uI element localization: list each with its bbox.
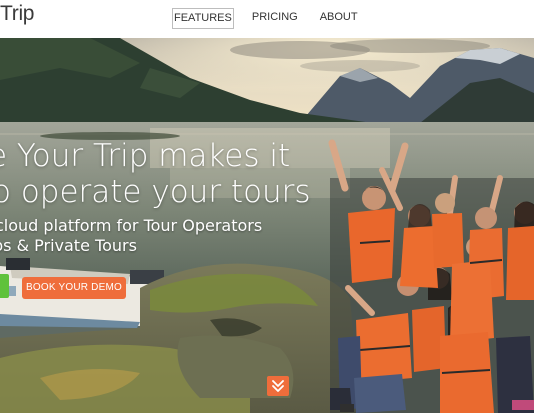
nav-about[interactable]: ABOUT: [319, 8, 359, 29]
tour-group: [328, 139, 534, 413]
logo[interactable]: Trip: [0, 2, 34, 26]
headline-line-2: o operate your tours: [0, 174, 311, 210]
nav-features[interactable]: FEATURES: [172, 7, 234, 29]
main-nav: FEATURES PRICING ABOUT: [172, 7, 359, 29]
hero-headline: e Your Trip makes it o operate your tour…: [0, 138, 311, 210]
side-tab[interactable]: [0, 274, 9, 298]
double-chevron-down-icon: [272, 380, 284, 392]
nav-pricing[interactable]: PRICING: [251, 8, 299, 29]
hero-subheadline: cloud platform for Tour Operators ps & P…: [0, 216, 262, 256]
hero-section: e Your Trip makes it o operate your tour…: [0, 38, 534, 413]
subheadline-line-1: cloud platform for Tour Operators: [0, 216, 263, 235]
book-demo-button[interactable]: BOOK YOUR DEMO: [22, 277, 126, 299]
subheadline-line-2: ps & Private Tours: [0, 236, 137, 255]
site-header: Trip FEATURES PRICING ABOUT: [0, 0, 534, 38]
scroll-down-button[interactable]: [267, 376, 289, 396]
headline-line-1: e Your Trip makes it: [0, 138, 291, 174]
